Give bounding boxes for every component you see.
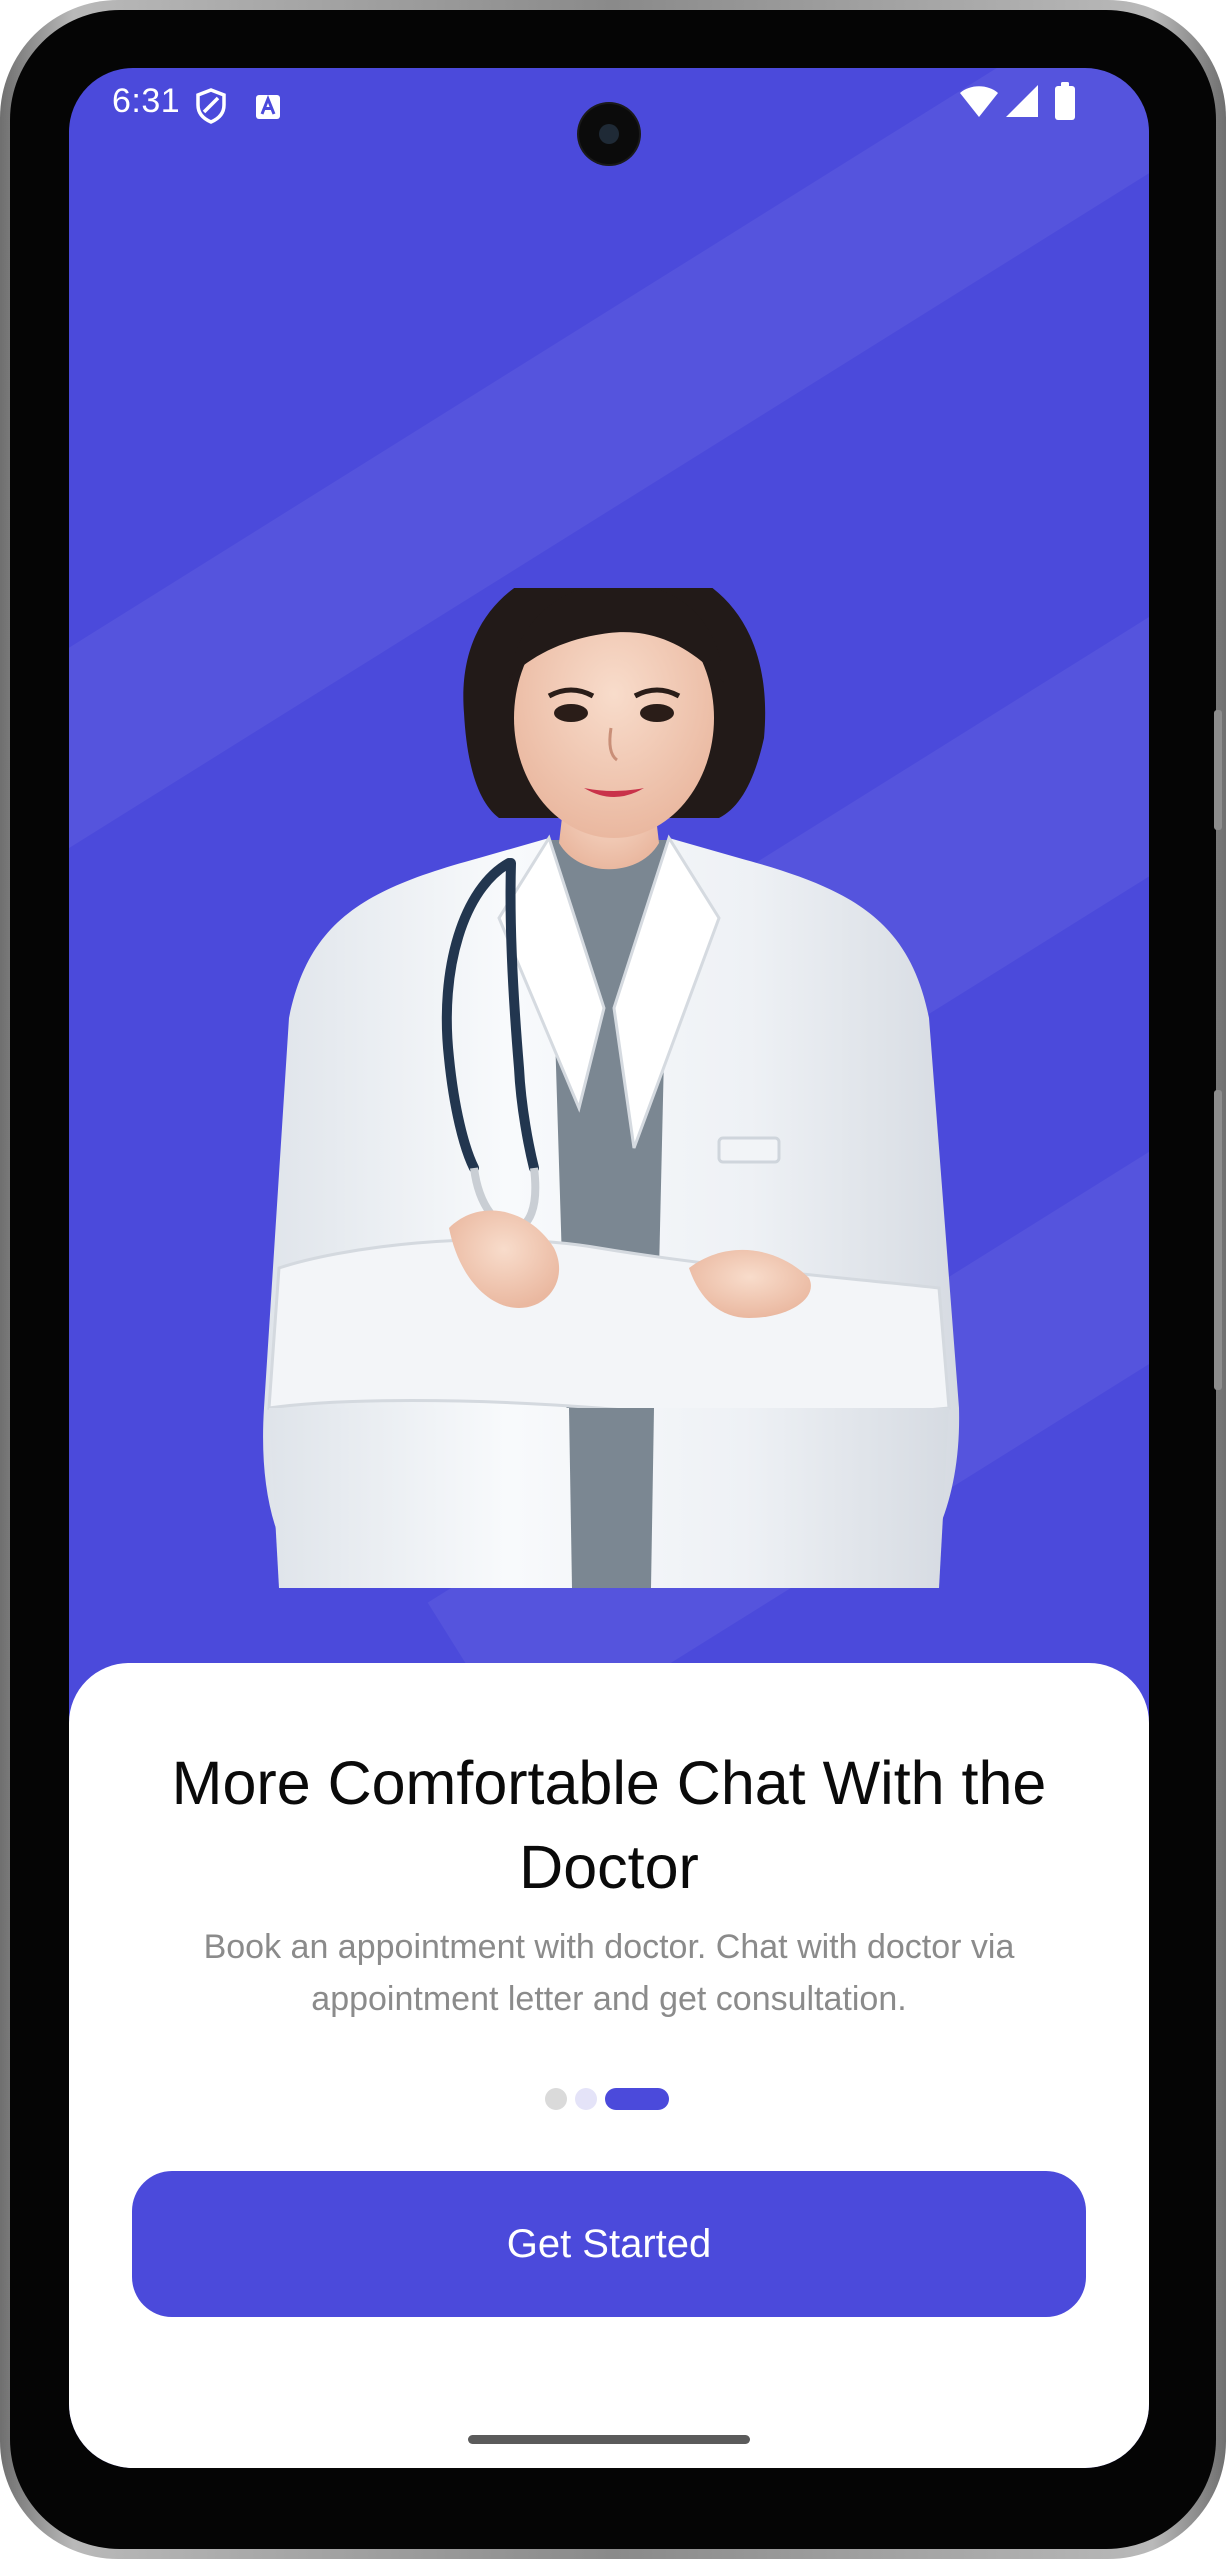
power-button	[1214, 1090, 1222, 1390]
get-started-button[interactable]: Get Started	[132, 2171, 1086, 2317]
cellular-signal-icon	[1006, 85, 1038, 117]
phone-screen: 6:31 More Comfortable Chat With the Doct…	[69, 68, 1149, 2468]
shield-icon	[196, 88, 226, 124]
status-time: 6:31	[112, 82, 181, 120]
front-camera	[579, 104, 639, 164]
page-dot-1[interactable]	[545, 2088, 567, 2110]
page-dot-2[interactable]	[575, 2088, 597, 2110]
onboarding-description: Book an appointment with doctor. Chat wi…	[203, 1928, 1015, 2018]
volume-button	[1214, 710, 1222, 830]
device-frame: 6:31 More Comfortable Chat With the Doct…	[0, 0, 1226, 2559]
page-dot-3-active[interactable]	[605, 2088, 669, 2110]
font-a-icon	[256, 94, 280, 119]
battery-icon	[1055, 82, 1075, 120]
wifi-icon	[960, 86, 998, 117]
onboarding-card: More Comfortable Chat With the Doctor Bo…	[69, 1663, 1149, 2468]
doctor-illustration	[263, 588, 960, 1588]
onboarding-title: More Comfortable Chat With the Doctor	[171, 1749, 1047, 1901]
home-indicator[interactable]	[468, 2435, 750, 2444]
